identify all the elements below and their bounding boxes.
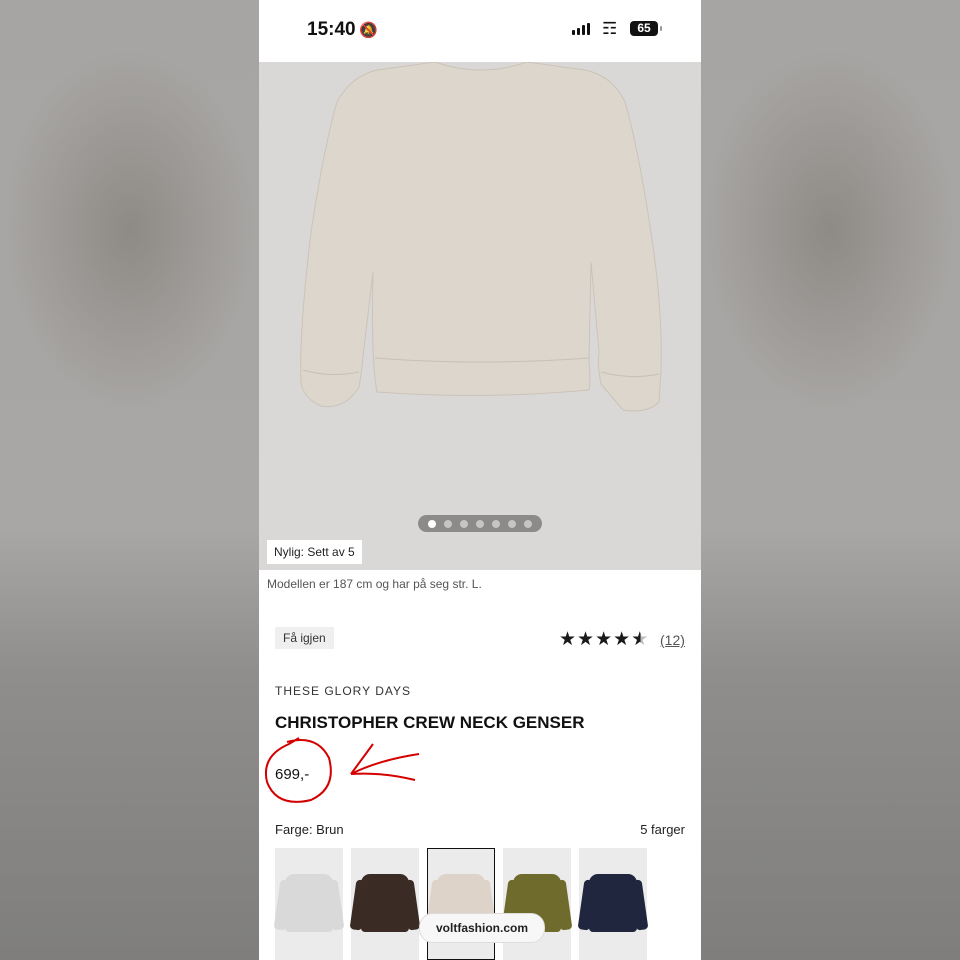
carousel-dot[interactable]: [524, 519, 532, 528]
star-icon: ★: [559, 629, 577, 650]
signal-icon: [572, 23, 590, 35]
selected-color-label: Farge: Brun: [275, 822, 344, 837]
color-swatch-olive[interactable]: [503, 848, 571, 960]
star-icon: ★: [577, 629, 595, 650]
color-swatch-grey[interactable]: [275, 848, 343, 960]
carousel-dot[interactable]: [476, 519, 484, 528]
color-swatches: [275, 848, 647, 960]
carousel-dot[interactable]: [428, 519, 436, 528]
recently-viewed-badge: Nylig: Sett av 5: [267, 540, 362, 564]
notify-back-in-stock-button[interactable]: Få igjen: [275, 627, 334, 649]
status-time: 15:40: [307, 19, 356, 40]
carousel-dot[interactable]: [492, 519, 500, 528]
battery-icon: 65: [630, 21, 662, 36]
red-circle-arrow-annotation: [265, 737, 420, 803]
half-star-icon: ★: [631, 629, 649, 650]
color-swatch-navy[interactable]: [579, 848, 647, 960]
star-rating[interactable]: ★ ★ ★ ★ ★: [559, 630, 648, 649]
carousel-dot[interactable]: [460, 519, 468, 528]
star-icon: ★: [595, 629, 613, 650]
phone-screen: 15:40 🔕 ☶ 65 Nylig: Sett av 5 Modellen e…: [259, 0, 701, 960]
product-image[interactable]: Nylig: Sett av 5: [259, 61, 701, 570]
sweater-thumbnail: [589, 874, 637, 932]
sweater-thumbnail: [361, 874, 409, 932]
image-carousel-dots[interactable]: [418, 515, 542, 532]
carousel-dot[interactable]: [508, 519, 516, 528]
site-url-pill[interactable]: voltfashion.com: [419, 913, 546, 943]
wifi-icon: ☶: [602, 19, 618, 38]
carousel-dot[interactable]: [444, 519, 452, 528]
color-count: 5 farger: [640, 822, 685, 837]
sweater-thumbnail: [285, 874, 333, 932]
model-size-note: Modellen er 187 cm og har på seg str. L.: [267, 577, 482, 591]
brand-name[interactable]: THESE GLORY DAYS: [275, 684, 411, 698]
color-swatch-brown[interactable]: [351, 848, 419, 960]
status-bar: 15:40 🔕 ☶ 65: [259, 0, 701, 62]
review-count-link[interactable]: (12): [660, 632, 685, 648]
sweater-image: [300, 61, 662, 412]
bell-muted-icon: 🔕: [359, 22, 378, 39]
color-swatch-beige[interactable]: [427, 848, 495, 960]
star-icon: ★: [613, 629, 631, 650]
